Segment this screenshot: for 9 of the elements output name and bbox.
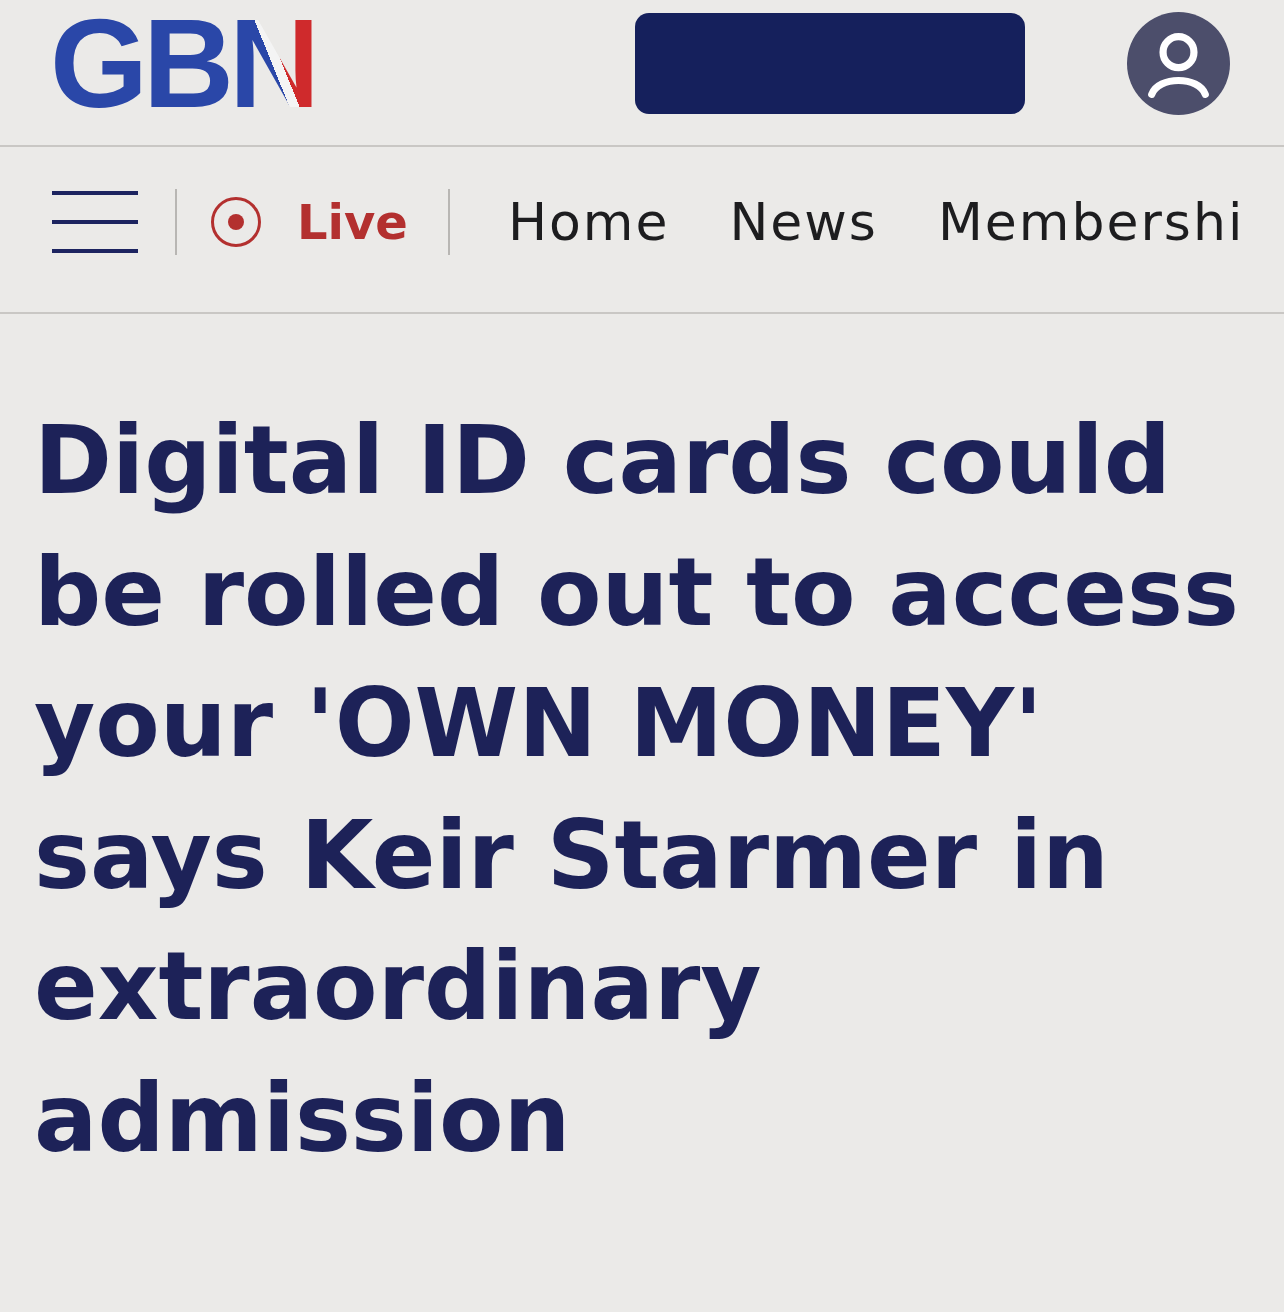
live-link[interactable]: Live [210, 193, 408, 250]
menu-icon[interactable] [52, 188, 138, 255]
article-headline: Digital ID cards could be rolled out to access your 'OWN MONEY' says Keir Starmer in extraordinary admission [34, 405, 1240, 1175]
live-icon [210, 195, 262, 248]
account-icon[interactable] [1127, 12, 1230, 115]
nav-link[interactable]: News [729, 191, 878, 252]
nav-link[interactable]: Membershi [937, 191, 1245, 252]
nav-link[interactable]: Home [507, 191, 670, 252]
site-logo[interactable]: GBN [50, 0, 315, 127]
